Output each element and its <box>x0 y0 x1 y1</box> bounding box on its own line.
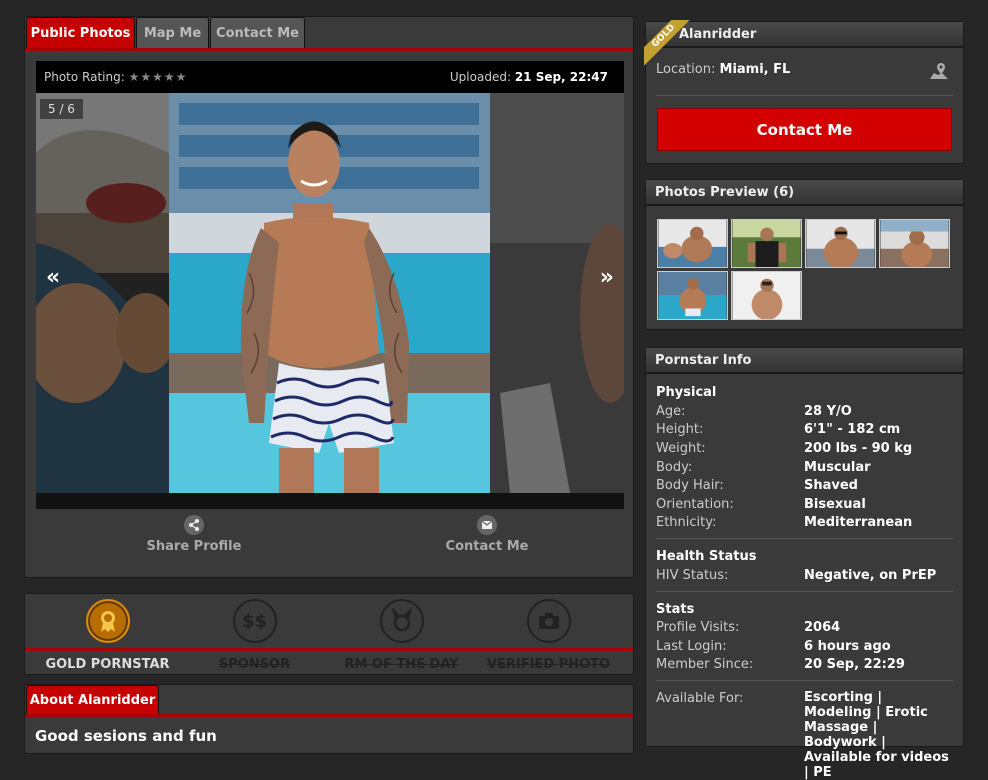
divider <box>656 95 953 96</box>
dollar-icon: $$ <box>232 599 277 643</box>
profile-panel: Alanridder GOLD Location: Miami, FL Cont… <box>644 20 964 164</box>
contact-me-button[interactable]: Contact Me <box>657 108 952 151</box>
pornstar-info-header: Pornstar Info <box>646 348 963 374</box>
photo-rating: Photo Rating: ★★★★★ <box>44 70 187 84</box>
share-profile-button[interactable]: Share Profile <box>139 515 249 554</box>
main-photo[interactable] <box>169 93 490 493</box>
location-label: Location: <box>656 62 716 77</box>
info-value: 20 Sep, 22:29 <box>804 657 905 672</box>
about-text: Good sesions and fun <box>35 727 217 745</box>
badge-sponsor: $$ SPONSOR <box>182 599 327 672</box>
info-value: Shaved <box>804 478 858 493</box>
share-profile-label: Share Profile <box>146 539 242 554</box>
photo-counter: 5 / 6 <box>40 99 83 119</box>
badge-strip <box>25 648 633 651</box>
badge-gold-pornstar: GOLD PORNSTAR <box>35 599 180 672</box>
badge-label: RM OF THE DAY <box>344 657 459 672</box>
photo-viewer: Photo Rating: ★★★★★ Uploaded: 21 Sep, 22… <box>36 61 624 509</box>
available-for-value: Escorting | Modeling | Erotic Massage | … <box>804 690 949 780</box>
available-for-label: Available For: <box>656 691 744 706</box>
tab-map-me[interactable]: Map Me <box>136 17 209 48</box>
info-label: Height: <box>656 422 704 437</box>
location: Location: Miami, FL <box>656 62 790 77</box>
info-value: 6'1" - 182 cm <box>804 422 901 437</box>
badges-panel: GOLD PORNSTAR $$ SPONSOR RM OF THE DAY V… <box>24 593 634 675</box>
profile-header: Alanridder <box>646 22 963 48</box>
photos-panel: Public Photos Map Me Contact Me Photo Ra… <box>24 16 634 578</box>
info-value: Mediterranean <box>804 515 913 530</box>
contact-me-action-label: Contact Me <box>445 539 529 554</box>
stats-heading: Stats <box>656 602 695 617</box>
rating-stars-icon[interactable]: ★★★★★ <box>129 70 188 84</box>
share-icon <box>184 515 204 535</box>
preview-thumbnail[interactable] <box>657 219 728 268</box>
pornstar-info-panel: Pornstar Info Physical Age: 28 Y/O Heigh… <box>645 347 964 780</box>
about-tabs: About Alanridder <box>25 685 633 717</box>
info-label: Member Since: <box>656 657 754 672</box>
info-label: Orientation: <box>656 497 734 512</box>
info-value: 6 hours ago <box>804 639 891 654</box>
contact-me-action-button[interactable]: Contact Me <box>437 515 537 554</box>
info-label: Weight: <box>656 441 706 456</box>
divider <box>656 680 953 681</box>
badge-label: SPONSOR <box>218 657 291 672</box>
devil-horns-icon <box>379 599 424 643</box>
preview-thumbnail[interactable] <box>805 219 876 268</box>
tab-public-photos[interactable]: Public Photos <box>26 17 135 48</box>
upload-date: Uploaded: 21 Sep, 22:47 <box>450 70 608 84</box>
next-arrow-icon[interactable]: » <box>600 265 614 290</box>
info-label: Ethnicity: <box>656 515 717 530</box>
physical-heading: Physical <box>656 385 717 400</box>
upload-value: 21 Sep, 22:47 <box>514 70 608 84</box>
gold-ribbon-label: GOLD <box>644 20 692 67</box>
info-label: Age: <box>656 404 686 419</box>
info-label: HIV Status: <box>656 568 729 583</box>
info-value: Negative, on PrEP <box>804 568 937 583</box>
badge-label: VERIFIED PHOTO <box>486 657 611 672</box>
info-label: Last Login: <box>656 639 727 654</box>
preview-thumbnail[interactable] <box>879 219 950 268</box>
envelope-icon <box>477 515 497 535</box>
info-value: 28 Y/O <box>804 404 852 419</box>
photos-preview-header: Photos Preview (6) <box>646 180 963 206</box>
info-label: Body: <box>656 460 693 475</box>
health-status-heading: Health Status <box>656 549 757 564</box>
gold-ribbon: GOLD <box>644 20 692 68</box>
info-label: Body Hair: <box>656 478 724 493</box>
camera-icon <box>526 599 571 643</box>
location-value: Miami, FL <box>719 62 791 77</box>
info-value: 2064 <box>804 620 841 635</box>
upload-label: Uploaded: <box>449 70 511 84</box>
badge-rm-of-the-day: RM OF THE DAY <box>329 599 474 672</box>
map-pin-icon[interactable] <box>929 62 949 80</box>
badge-verified-photo: VERIFIED PHOTO <box>476 599 621 672</box>
photo-tabs: Public Photos Map Me Contact Me <box>25 17 633 51</box>
about-panel: About Alanridder Good sesions and fun <box>24 684 634 754</box>
preview-thumbnail[interactable] <box>657 271 728 320</box>
preview-thumbnail[interactable] <box>731 271 802 320</box>
previous-photo[interactable] <box>36 93 169 493</box>
previous-arrow-icon[interactable]: « <box>46 265 60 290</box>
tab-about[interactable]: About Alanridder <box>26 685 159 714</box>
photos-preview-panel: Photos Preview (6) <box>645 179 964 330</box>
divider <box>656 538 953 539</box>
info-label: Profile Visits: <box>656 620 740 635</box>
info-value: 200 lbs - 90 kg <box>804 441 913 456</box>
photo-info-bar: Photo Rating: ★★★★★ Uploaded: 21 Sep, 22… <box>36 61 624 93</box>
info-value: Bisexual <box>804 497 866 512</box>
photo-rating-label: Photo Rating: <box>44 70 125 84</box>
preview-thumbnail[interactable] <box>731 219 802 268</box>
photo-carousel: 5 / 6 « » <box>36 93 624 493</box>
badge-label: GOLD PORNSTAR <box>45 657 170 672</box>
info-value: Muscular <box>804 460 871 475</box>
divider <box>656 591 953 592</box>
tab-contact-me[interactable]: Contact Me <box>210 17 305 48</box>
next-photo[interactable] <box>490 93 624 493</box>
award-ribbon-icon <box>85 599 130 643</box>
